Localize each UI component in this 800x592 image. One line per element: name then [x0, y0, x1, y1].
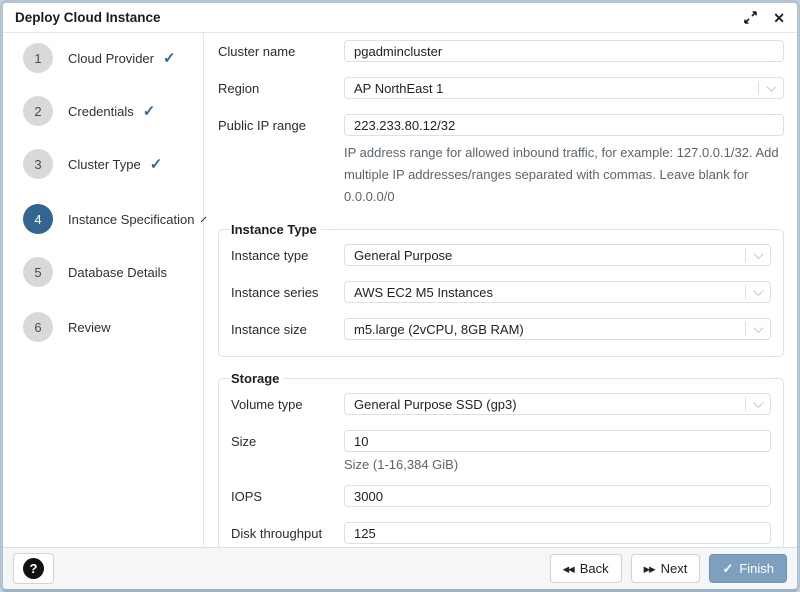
help-button[interactable]: ?	[13, 553, 54, 584]
region-select[interactable]: AP NorthEast 1	[344, 77, 784, 99]
size-help-text: Size (1-16,384 GiB)	[344, 457, 771, 472]
public-ip-label: Public IP range	[218, 118, 344, 133]
step-label: Credentials	[68, 104, 134, 119]
cluster-name-row: Cluster name	[218, 40, 784, 62]
instance-type-value: General Purpose	[345, 248, 745, 263]
region-label: Region	[218, 81, 344, 96]
deploy-cloud-instance-dialog: Deploy Cloud Instance ✕ 1 Cloud Provider…	[0, 0, 800, 592]
disk-throughput-label: Disk throughput	[231, 526, 344, 541]
instance-size-select[interactable]: m5.large (2vCPU, 8GB RAM)	[344, 318, 771, 340]
close-icon[interactable]: ✕	[773, 11, 785, 25]
finish-button[interactable]: ✓ Finish	[709, 554, 787, 583]
instance-type-label: Instance type	[231, 248, 344, 263]
volume-type-select[interactable]: General Purpose SSD (gp3)	[344, 393, 771, 415]
back-button[interactable]: ◀◀ Back	[550, 554, 622, 583]
step-cluster-type[interactable]: 3 Cluster Type ✓	[23, 149, 203, 179]
check-icon: ✓	[163, 51, 176, 66]
instance-series-select[interactable]: AWS EC2 M5 Instances	[344, 281, 771, 303]
instance-specification-form: Cluster name Region AP NorthEast 1 Publi…	[204, 33, 797, 547]
volume-type-value: General Purpose SSD (gp3)	[345, 397, 745, 412]
public-ip-row: Public IP range	[218, 114, 784, 136]
back-button-label: Back	[580, 561, 609, 576]
finish-button-label: Finish	[739, 561, 774, 576]
next-button[interactable]: ▶▶ Next	[631, 554, 701, 583]
iops-label: IOPS	[231, 489, 344, 504]
size-input[interactable]	[344, 430, 771, 452]
step-database-details[interactable]: 5 Database Details	[23, 257, 203, 287]
dialog-footer: ? ◀◀ Back ▶▶ Next ✓ Finish	[3, 547, 797, 589]
step-number: 6	[23, 312, 53, 342]
instance-series-row: Instance series AWS EC2 M5 Instances	[231, 281, 771, 303]
instance-type-legend: Instance Type	[230, 222, 321, 237]
wizard-steps-sidebar: 1 Cloud Provider ✓ 2 Credentials ✓ 3 Clu…	[3, 33, 204, 547]
size-row: Size	[231, 430, 771, 452]
disk-throughput-row: Disk throughput	[231, 522, 771, 544]
volume-type-label: Volume type	[231, 397, 344, 412]
instance-type-fieldset: Instance Type Instance type General Purp…	[218, 222, 784, 357]
step-credentials[interactable]: 2 Credentials ✓	[23, 96, 203, 126]
iops-input[interactable]	[344, 485, 771, 507]
cluster-name-input[interactable]	[344, 40, 784, 62]
step-label: Cloud Provider	[68, 51, 154, 66]
chevron-down-icon[interactable]	[746, 245, 770, 265]
storage-fieldset: Storage Volume type General Purpose SSD …	[218, 371, 784, 547]
check-icon: ✓	[143, 104, 156, 119]
size-label: Size	[231, 434, 344, 449]
step-label: Database Details	[68, 265, 167, 280]
instance-size-row: Instance size m5.large (2vCPU, 8GB RAM)	[231, 318, 771, 340]
step-number: 3	[23, 149, 53, 179]
instance-series-label: Instance series	[231, 285, 344, 300]
maximize-icon[interactable]	[744, 11, 757, 24]
step-cloud-provider[interactable]: 1 Cloud Provider ✓	[23, 43, 203, 73]
disk-throughput-input[interactable]	[344, 522, 771, 544]
instance-type-select[interactable]: General Purpose	[344, 244, 771, 266]
public-ip-input[interactable]	[344, 114, 784, 136]
cluster-name-label: Cluster name	[218, 44, 344, 59]
finish-check-icon: ✓	[722, 562, 733, 575]
next-icon: ▶▶	[644, 565, 655, 574]
step-label: Cluster Type	[68, 157, 141, 172]
window-controls: ✕	[744, 11, 785, 25]
check-icon: ✓	[150, 157, 163, 172]
dialog-header: Deploy Cloud Instance ✕	[3, 3, 797, 33]
step-review[interactable]: 6 Review	[23, 312, 203, 342]
help-icon: ?	[23, 558, 44, 579]
footer-actions: ◀◀ Back ▶▶ Next ✓ Finish	[550, 554, 787, 583]
dialog-title: Deploy Cloud Instance	[15, 10, 744, 25]
dialog-body: 1 Cloud Provider ✓ 2 Credentials ✓ 3 Clu…	[3, 33, 797, 547]
region-value: AP NorthEast 1	[345, 81, 758, 96]
instance-size-label: Instance size	[231, 322, 344, 337]
region-row: Region AP NorthEast 1	[218, 77, 784, 99]
step-number: 1	[23, 43, 53, 73]
step-number: 5	[23, 257, 53, 287]
back-icon: ◀◀	[563, 565, 574, 574]
step-instance-specification[interactable]: 4 Instance Specification	[23, 204, 203, 234]
public-ip-help-text: IP address range for allowed inbound tra…	[344, 142, 784, 208]
instance-type-row: Instance type General Purpose	[231, 244, 771, 266]
chevron-down-icon[interactable]	[746, 319, 770, 339]
volume-type-row: Volume type General Purpose SSD (gp3)	[231, 393, 771, 415]
chevron-down-icon[interactable]	[746, 394, 770, 414]
step-label: Review	[68, 320, 111, 335]
next-button-label: Next	[661, 561, 688, 576]
step-number: 2	[23, 96, 53, 126]
iops-row: IOPS	[231, 485, 771, 507]
storage-legend: Storage	[230, 371, 283, 386]
step-number: 4	[23, 204, 53, 234]
step-label: Instance Specification	[68, 212, 194, 227]
instance-size-value: m5.large (2vCPU, 8GB RAM)	[345, 322, 745, 337]
instance-series-value: AWS EC2 M5 Instances	[345, 285, 745, 300]
chevron-down-icon[interactable]	[759, 78, 783, 98]
chevron-down-icon[interactable]	[746, 282, 770, 302]
